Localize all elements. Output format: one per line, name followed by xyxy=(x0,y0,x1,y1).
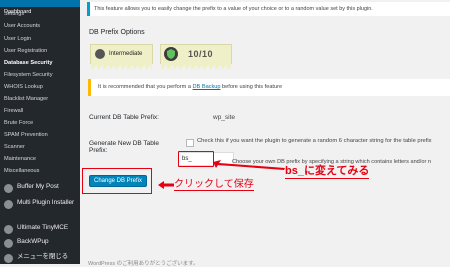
sidebar-item-dashboard[interactable]: Dashboard xyxy=(0,0,80,15)
change-button-highlight: Change DB Prefix xyxy=(82,168,152,194)
sidebar-item-user-login[interactable]: User Login xyxy=(0,36,80,42)
tinymce-icon xyxy=(4,225,13,234)
plugin-icon xyxy=(4,200,13,209)
backup-notice: It is recommended that you perform a DB … xyxy=(88,79,450,96)
intro-text: This feature allows you to easily change… xyxy=(87,2,450,16)
change-to-bs-annotation: bs_に変えてみる xyxy=(285,162,370,179)
difficulty-label: Intermediate xyxy=(109,51,143,57)
click-save-annotation: クリックして保存 xyxy=(174,175,254,191)
arrow-left-icon-2 xyxy=(213,160,285,170)
current-prefix-value: wp_site xyxy=(213,114,236,121)
sidebar-plugin-label: Buffer My Post xyxy=(17,183,59,190)
collapse-icon xyxy=(4,254,13,263)
difficulty-badge: Intermediate xyxy=(90,44,153,69)
sidebar-item-blacklist-manager[interactable]: Blacklist Manager xyxy=(0,96,80,102)
sidebar-item-whois-lookup[interactable]: WHOIS Lookup xyxy=(0,84,80,90)
sidebar-plugin-backwpup[interactable]: BackWPup xyxy=(0,238,80,248)
sidebar-item-database-security[interactable]: Database Security xyxy=(0,60,80,66)
sidebar-item-filesystem-security[interactable]: Filesystem Security xyxy=(0,72,80,78)
sidebar-plugin-tinymce[interactable]: Ultimate TinyMCE xyxy=(0,224,80,234)
change-db-prefix-button[interactable]: Change DB Prefix xyxy=(89,175,147,187)
section-title: DB Prefix Options xyxy=(89,29,145,36)
sidebar-item-user-registration[interactable]: User Registration xyxy=(0,48,80,54)
generate-prefix-label: Generate New DB Table Prefix: xyxy=(89,140,159,154)
buffer-icon xyxy=(4,184,13,193)
sidebar-plugin-label: Multi Plugin Installer xyxy=(17,199,75,206)
notice-text-before: It is recommended that you perform a xyxy=(98,84,193,90)
db-backup-link[interactable]: DB Backup xyxy=(193,84,221,90)
sidebar-plugin-label: Ultimate TinyMCE xyxy=(17,224,69,231)
sidebar-plugin-buffer[interactable]: Buffer My Post xyxy=(0,183,80,193)
shield-icon xyxy=(164,47,178,61)
main-content: This feature allows you to easily change… xyxy=(80,0,450,267)
sidebar-item-firewall[interactable]: Firewall xyxy=(0,108,80,114)
sidebar-plugin-multi-installer[interactable]: Multi Plugin Installer xyxy=(0,199,80,209)
difficulty-icon xyxy=(95,49,105,59)
sidebar-item-miscellaneous[interactable]: Miscellaneous xyxy=(0,168,80,174)
sidebar-plugin-label: BackWPup xyxy=(17,238,49,245)
collapse-menu-label: メニューを閉じる xyxy=(17,253,69,260)
backwpup-icon xyxy=(4,239,13,248)
admin-sidebar: Dashboard Settings User Accounts User Lo… xyxy=(0,0,80,264)
arrow-left-icon xyxy=(158,181,174,189)
sidebar-item-spam-prevention[interactable]: SPAM Prevention xyxy=(0,132,80,138)
random-prefix-checkbox[interactable] xyxy=(186,139,194,147)
score-label: 10/10 xyxy=(188,49,214,59)
footer-text: WordPress のご利用ありがとうございます。 xyxy=(88,261,199,267)
sidebar-item-settings[interactable]: Settings xyxy=(0,11,80,17)
sidebar-item-brute-force[interactable]: Brute Force xyxy=(0,120,80,126)
sidebar-item-user-accounts[interactable]: User Accounts xyxy=(0,23,80,29)
collapse-menu[interactable]: メニューを閉じる xyxy=(0,253,80,263)
generate-prefix-label-line1: Generate New DB Table xyxy=(89,140,159,147)
generate-prefix-label-line2: Prefix: xyxy=(89,147,108,154)
notice-text-after: before using this feature xyxy=(220,84,283,90)
sidebar-item-scanner[interactable]: Scanner xyxy=(0,144,80,150)
score-badge: 10/10 xyxy=(160,44,232,69)
current-prefix-label: Current DB Table Prefix: xyxy=(89,114,159,121)
prefix-input-highlight xyxy=(178,151,214,167)
sidebar-item-maintenance[interactable]: Maintenance xyxy=(0,156,80,162)
random-prefix-checkbox-label: Check this if you want the plugin to gen… xyxy=(197,138,432,144)
